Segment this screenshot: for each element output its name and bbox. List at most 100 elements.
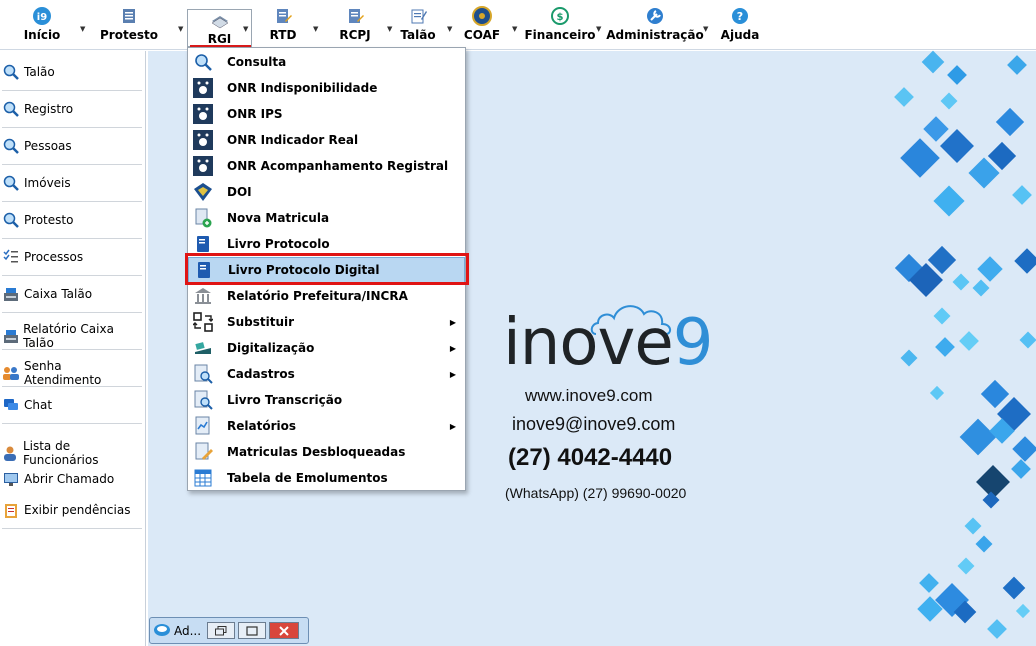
close-button[interactable] — [269, 622, 299, 639]
search-icon — [2, 174, 20, 192]
chevron-down-icon[interactable]: ▼ — [447, 25, 452, 33]
svg-text:i9: i9 — [37, 12, 47, 23]
brand-website: www.inove9.com — [525, 386, 653, 405]
menu-item-digitalizacao[interactable]: Digitalização ▶ — [188, 335, 465, 361]
sidebar-item-abrir-chamado[interactable]: Abrir Chamado — [2, 470, 142, 488]
document-stack-icon — [119, 6, 139, 26]
menu-ajuda[interactable]: ? Ajuda — [720, 6, 760, 48]
menu-item-tabela-emolumentos[interactable]: Tabela de Emolumentos — [188, 465, 465, 491]
sidebar-item-imoveis[interactable]: Imóveis — [2, 174, 142, 192]
clipboard-icon — [2, 501, 20, 519]
menu-coaf[interactable]: COAF — [464, 6, 500, 48]
sidebar-item-processos[interactable]: Processos — [2, 248, 142, 266]
menu-item-doi[interactable]: DOI — [188, 179, 465, 205]
maximize-button[interactable] — [238, 622, 266, 639]
brand-phone: (27) 4042-4440 — [508, 444, 673, 471]
sidebar-divider — [2, 423, 142, 424]
onr-icon — [192, 103, 214, 125]
table-icon — [192, 467, 214, 489]
sidebar-divider — [2, 164, 142, 165]
monitor-icon — [2, 470, 20, 488]
building-icon — [192, 285, 214, 307]
menu-financeiro[interactable]: $ Financeiro — [524, 6, 596, 48]
chevron-down-icon[interactable]: ▼ — [596, 25, 601, 33]
top-menu-bar: i9 Início ▼ Protesto ▼ RGI ▼ RTD ▼ RCPJ … — [0, 0, 1036, 50]
minimized-window[interactable]: Ad... — [149, 617, 309, 644]
sidebar-item-senha-atendimento[interactable]: Senha Atendimento — [2, 359, 142, 387]
submenu-arrow-icon: ▶ — [449, 343, 456, 353]
sidebar-item-chat[interactable]: Chat — [2, 396, 142, 414]
menu-item-onr-indisponibilidade[interactable]: ONR Indisponibilidade — [188, 75, 465, 101]
menu-item-cadastros[interactable]: Cadastros ▶ — [188, 361, 465, 387]
menu-item-relatorio-prefeitura[interactable]: Relatório Prefeitura/INCRA — [188, 283, 465, 309]
brand-logo: inove9 — [503, 306, 713, 380]
coaf-seal-icon — [472, 6, 492, 26]
onr-icon — [192, 77, 214, 99]
sidebar-item-exibir-pendencias[interactable]: Exibir pendências — [2, 501, 142, 519]
search-icon — [192, 51, 214, 73]
menu-item-onr-acompanhamento[interactable]: ONR Acompanhamento Registral — [188, 153, 465, 179]
submenu-arrow-icon: ▶ — [449, 317, 456, 327]
help-icon: ? — [730, 6, 750, 26]
onr-icon — [192, 129, 214, 151]
chevron-down-icon[interactable]: ▼ — [243, 25, 248, 33]
menu-administracao[interactable]: Administração — [606, 6, 704, 48]
chevron-down-icon[interactable]: ▼ — [387, 25, 392, 33]
menu-item-nova-matricula[interactable]: Nova Matricula — [188, 205, 465, 231]
menu-protesto[interactable]: Protesto — [100, 6, 158, 48]
notepad-icon — [408, 6, 428, 26]
menu-rtd[interactable]: RTD — [266, 6, 300, 48]
people-icon — [2, 364, 20, 382]
menu-item-onr-ips[interactable]: ONR IPS — [188, 101, 465, 127]
menu-inicio[interactable]: i9 Início — [22, 6, 62, 48]
document-search-icon — [192, 363, 214, 385]
doi-emblem-icon — [192, 181, 214, 203]
book-icon — [192, 233, 214, 255]
chevron-down-icon[interactable]: ▼ — [313, 25, 318, 33]
chevron-down-icon[interactable]: ▼ — [178, 25, 183, 33]
menu-item-onr-indicador-real[interactable]: ONR Indicador Real — [188, 127, 465, 153]
cash-register-icon — [2, 285, 20, 303]
scanner-icon — [192, 337, 214, 359]
chevron-down-icon[interactable]: ▼ — [703, 25, 708, 33]
document-edit-icon — [345, 6, 365, 26]
menu-talao[interactable]: Talão — [400, 6, 436, 48]
sidebar-divider — [2, 386, 142, 387]
chevron-down-icon[interactable]: ▼ — [80, 25, 85, 33]
menu-rcpj[interactable]: RCPJ — [336, 6, 374, 48]
brand-email: inove9@inove9.com — [512, 414, 676, 434]
money-cycle-icon: $ — [550, 6, 570, 26]
sidebar-item-lista-funcionarios[interactable]: Lista de Funcionários — [2, 439, 142, 467]
chevron-down-icon[interactable]: ▼ — [512, 25, 517, 33]
sidebar-divider — [2, 528, 142, 529]
sidebar-item-relatorio-caixa-talao[interactable]: Relatório Caixa Talão — [2, 322, 142, 350]
sidebar-divider — [2, 349, 142, 350]
sidebar-divider — [2, 312, 142, 313]
search-icon — [2, 100, 20, 118]
sidebar-item-pessoas[interactable]: Pessoas — [2, 137, 142, 155]
menu-item-matriculas-desbloqueadas[interactable]: Matriculas Desbloqueadas — [188, 439, 465, 465]
svg-text:$: $ — [557, 12, 564, 23]
search-icon — [2, 211, 20, 229]
brand-whatsapp: (WhatsApp) (27) 99690-0020 — [505, 485, 687, 501]
restore-button[interactable] — [207, 622, 235, 639]
onr-icon — [192, 155, 214, 177]
document-edit-icon — [273, 6, 293, 26]
submenu-arrow-icon: ▶ — [449, 421, 456, 431]
menu-item-substituir[interactable]: Substituir ▶ — [188, 309, 465, 335]
chat-icon — [2, 396, 20, 414]
sidebar-item-protesto[interactable]: Protesto — [2, 211, 142, 229]
minimized-window-title: Ad... — [174, 623, 202, 638]
document-search-icon — [192, 389, 214, 411]
sidebar-divider — [2, 238, 142, 239]
menu-item-consulta[interactable]: Consulta — [188, 49, 465, 75]
menu-item-relatorios[interactable]: Relatórios ▶ — [188, 413, 465, 439]
sidebar-item-registro[interactable]: Registro — [2, 100, 142, 118]
sidebar-item-talao[interactable]: Talão — [2, 63, 142, 81]
sidebar-divider — [2, 201, 142, 202]
sidebar-item-caixa-talao[interactable]: Caixa Talão — [2, 285, 142, 303]
menu-item-livro-transcricao[interactable]: Livro Transcrição — [188, 387, 465, 413]
sidebar-divider — [2, 127, 142, 128]
chart-document-icon — [192, 415, 214, 437]
new-document-icon — [192, 207, 214, 229]
